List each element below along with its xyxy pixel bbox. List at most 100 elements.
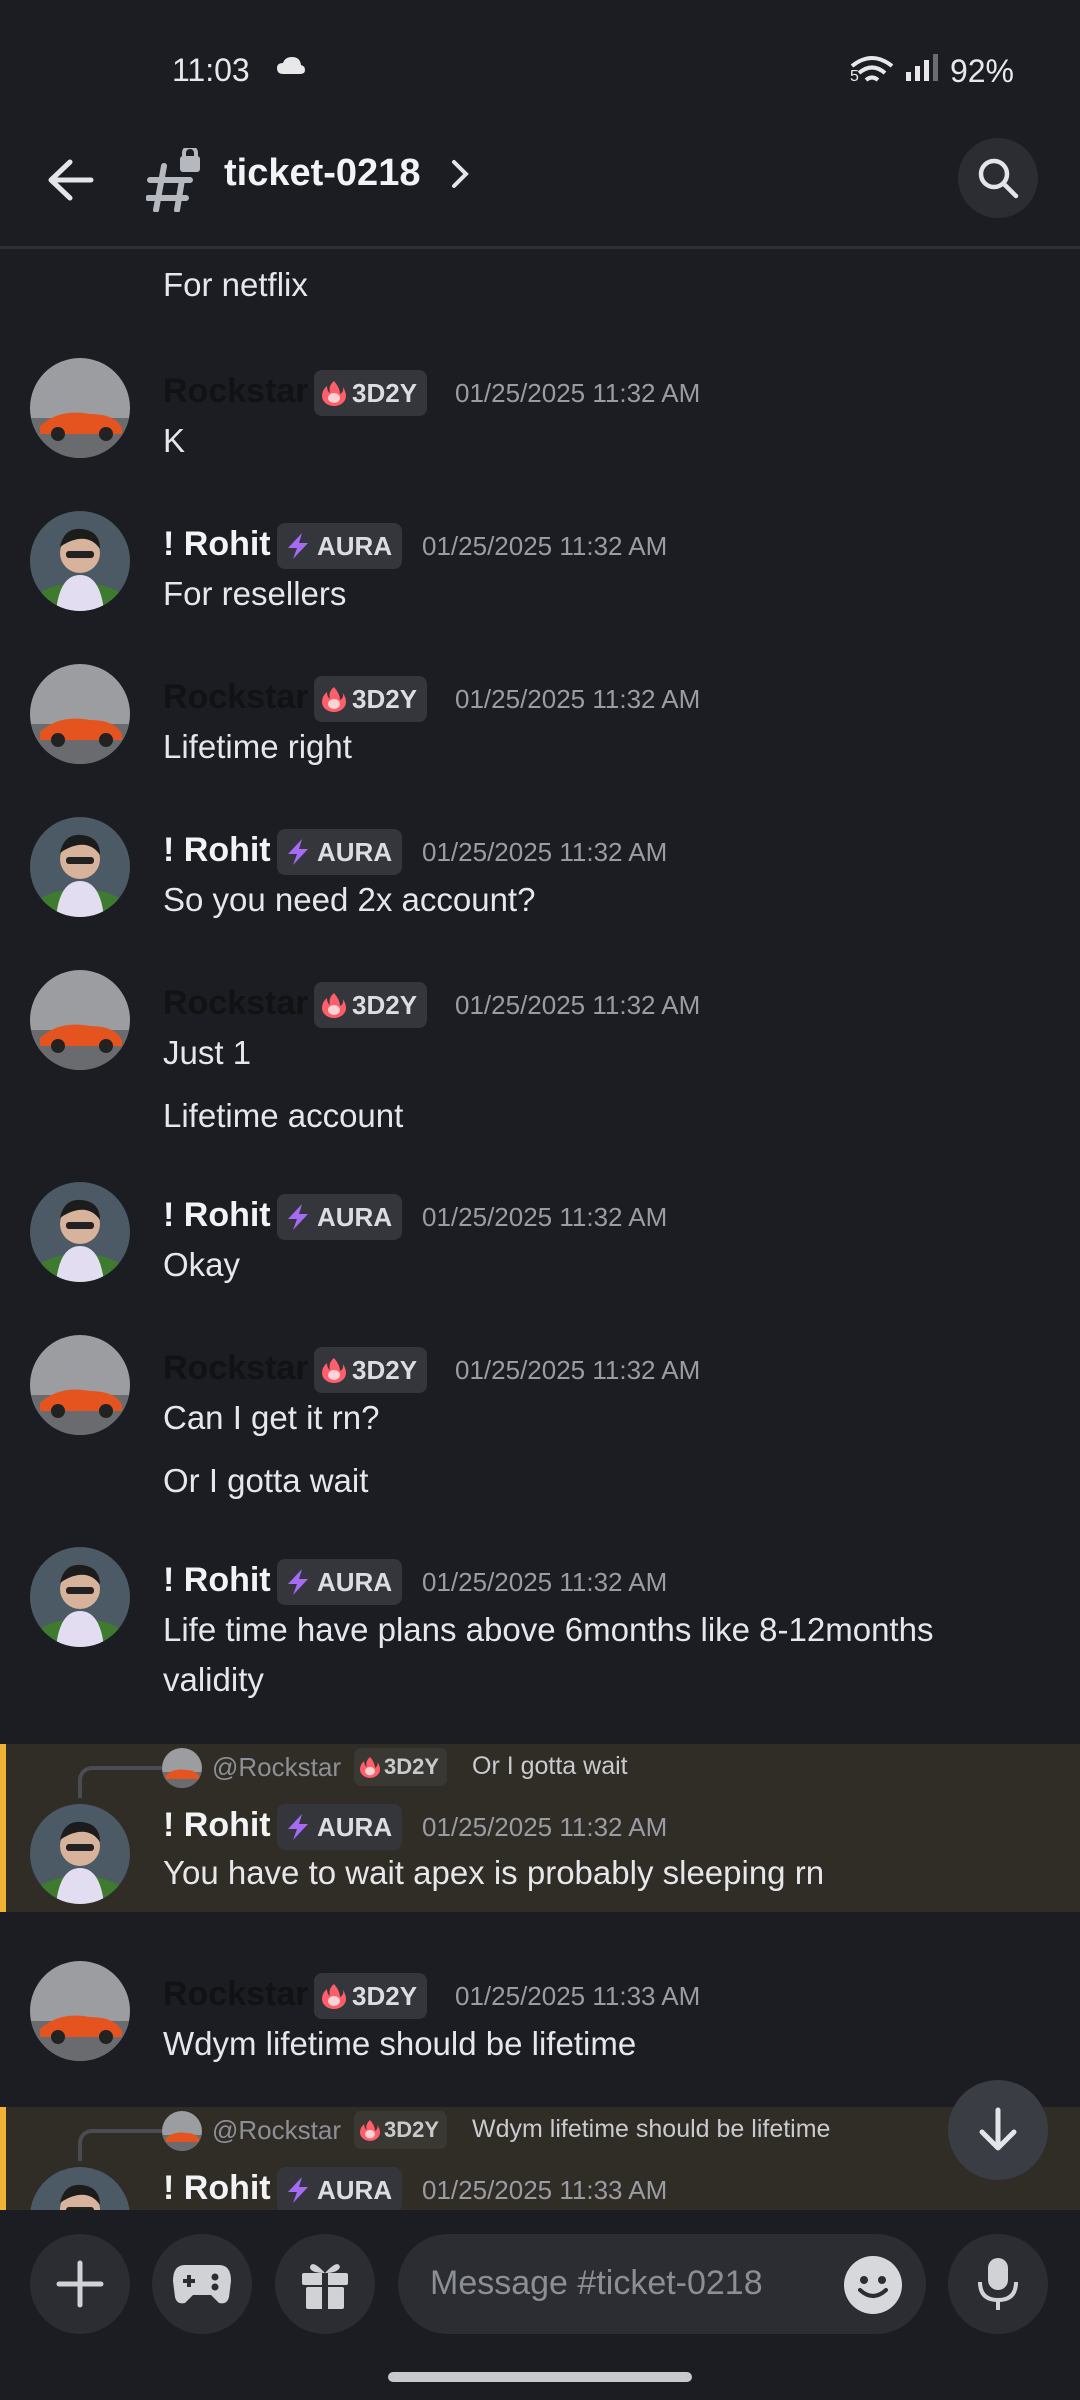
- timestamp: 01/25/2025 11:32 AM: [455, 1355, 701, 1385]
- voice-message-button[interactable]: [948, 2234, 1048, 2334]
- reply-preview[interactable]: Wdym lifetime should be lifetime: [472, 2115, 830, 2144]
- message-text: Life time have plans above 6months like …: [163, 1611, 934, 1698]
- mention-highlight[interactable]: @Rockstar 3D2Y Or I gotta wait ! Rohit A…: [0, 1744, 1080, 1912]
- search-button[interactable]: [958, 138, 1038, 218]
- user-tag-label: 3D2Y: [352, 1980, 418, 2011]
- gift-button[interactable]: [275, 2234, 375, 2334]
- lightning-icon: [288, 839, 308, 865]
- message-placeholder: Message #ticket-0218: [430, 2264, 763, 2302]
- author-name[interactable]: Rockstar: [163, 984, 309, 1023]
- emoji-button[interactable]: [844, 2256, 902, 2314]
- home-indicator[interactable]: [388, 2372, 692, 2382]
- message-text: Lifetime right: [163, 728, 352, 765]
- user-tag: AURA: [277, 1804, 403, 1850]
- timestamp: 01/25/2025 11:32 AM: [455, 684, 701, 714]
- cloud-icon: [276, 56, 306, 81]
- message-text: For resellers: [163, 575, 347, 612]
- author-name[interactable]: ! Rohit: [163, 831, 271, 870]
- back-button[interactable]: [40, 150, 100, 210]
- lightning-icon: [288, 1814, 308, 1840]
- reply-preview[interactable]: Or I gotta wait: [472, 1752, 628, 1781]
- jump-to-present-button[interactable]: [948, 2080, 1048, 2180]
- lightning-icon: [288, 2177, 308, 2203]
- header-divider: [0, 246, 1080, 249]
- avatar[interactable]: [30, 1182, 130, 1282]
- author-name[interactable]: ! Rohit: [163, 1806, 271, 1845]
- message-text: K: [163, 422, 186, 459]
- author-name[interactable]: Rockstar: [163, 1975, 309, 2014]
- timestamp: 01/25/2025 11:32 AM: [422, 1567, 668, 1597]
- avatar[interactable]: [30, 1335, 130, 1435]
- mention-highlight[interactable]: @Rockstar 3D2Y Wdym lifetime should be l…: [0, 2107, 1080, 2210]
- avatar[interactable]: [30, 817, 130, 917]
- avatar[interactable]: [30, 970, 130, 1070]
- user-tag: 3D2Y: [314, 370, 428, 416]
- author-name[interactable]: ! Rohit: [163, 1561, 271, 1600]
- fire-icon: [322, 993, 346, 1018]
- author-name[interactable]: ! Rohit: [163, 1196, 271, 1235]
- lightning-icon: [288, 1204, 308, 1230]
- network-type: 5: [849, 68, 859, 85]
- reply-connector: [78, 2129, 162, 2161]
- status-bar: 11:03 5 92%: [0, 0, 1080, 140]
- message-text: Lifetime account: [163, 1097, 404, 1134]
- message-text: So you need 2x account?: [163, 881, 536, 918]
- user-tag-label: 3D2Y: [352, 989, 418, 1020]
- mention-bar: [0, 2107, 6, 2210]
- user-tag: 3D2Y: [314, 982, 428, 1028]
- message-input[interactable]: Message #ticket-0218: [398, 2234, 926, 2334]
- timestamp: 01/25/2025 11:33 AM: [422, 2175, 668, 2205]
- user-tag-label: AURA: [317, 1811, 393, 1842]
- activities-button[interactable]: [152, 2234, 252, 2334]
- gift-icon: [302, 2264, 348, 2309]
- chevron-right-icon[interactable]: [450, 158, 470, 195]
- avatar[interactable]: [30, 358, 130, 458]
- user-tag-label: AURA: [317, 1566, 393, 1597]
- user-tag-label: 3D2Y: [352, 1354, 418, 1385]
- user-tag: AURA: [277, 829, 403, 875]
- user-tag-label: AURA: [317, 2174, 393, 2205]
- user-tag-label: AURA: [317, 836, 393, 867]
- avatar[interactable]: [30, 1961, 130, 2061]
- message-list[interactable]: For netflix Rockstar 3D2Y 01/25/2025 11:…: [0, 250, 1080, 2210]
- message-text: Can I get it rn?: [163, 1399, 380, 1436]
- private-channel-icon: [145, 145, 206, 213]
- reply-author[interactable]: @Rockstar: [212, 2115, 341, 2146]
- user-tag: 3D2Y: [314, 1347, 428, 1393]
- timestamp: 01/25/2025 11:32 AM: [422, 1202, 668, 1232]
- channel-name[interactable]: ticket-0218: [224, 152, 420, 195]
- user-tag-label: AURA: [317, 1201, 393, 1232]
- plus-icon: [56, 2260, 104, 2308]
- avatar[interactable]: [30, 1547, 130, 1647]
- fire-icon: [322, 1358, 346, 1383]
- author-name[interactable]: ! Rohit: [163, 525, 271, 564]
- author-name[interactable]: Rockstar: [163, 678, 309, 717]
- author-name[interactable]: Rockstar: [163, 1349, 309, 1388]
- author-name[interactable]: Rockstar: [163, 372, 309, 411]
- reply-author[interactable]: @Rockstar: [212, 1752, 341, 1783]
- avatar[interactable]: [30, 2167, 130, 2210]
- user-tag: AURA: [277, 2167, 403, 2210]
- battery-level: 92%: [949, 52, 1014, 89]
- microphone-icon: [978, 2258, 1018, 2310]
- reply-avatar: [162, 2111, 202, 2151]
- timestamp: 01/25/2025 11:32 AM: [455, 990, 701, 1020]
- mention-bar: [0, 1744, 6, 1912]
- author-name[interactable]: ! Rohit: [163, 2169, 271, 2208]
- avatar[interactable]: [30, 664, 130, 764]
- gamepad-icon: [173, 2265, 231, 2304]
- timestamp: 01/25/2025 11:32 AM: [422, 837, 668, 867]
- add-attachment-button[interactable]: [30, 2234, 130, 2334]
- reply-user-tag: 3D2Y: [354, 2111, 448, 2149]
- user-tag: AURA: [277, 523, 403, 569]
- message-text: Wdym lifetime should be lifetime: [163, 2025, 637, 2062]
- wifi-icon: 5: [850, 54, 894, 88]
- reply-user-tag: 3D2Y: [354, 1748, 448, 1786]
- arrow-down-icon: [979, 2107, 1017, 2151]
- avatar[interactable]: [30, 511, 130, 611]
- lightning-icon: [288, 533, 308, 559]
- user-tag: 3D2Y: [314, 1973, 428, 2019]
- avatar[interactable]: [30, 1804, 130, 1904]
- timestamp: 01/25/2025 11:32 AM: [422, 1812, 668, 1842]
- fire-icon: [322, 381, 346, 406]
